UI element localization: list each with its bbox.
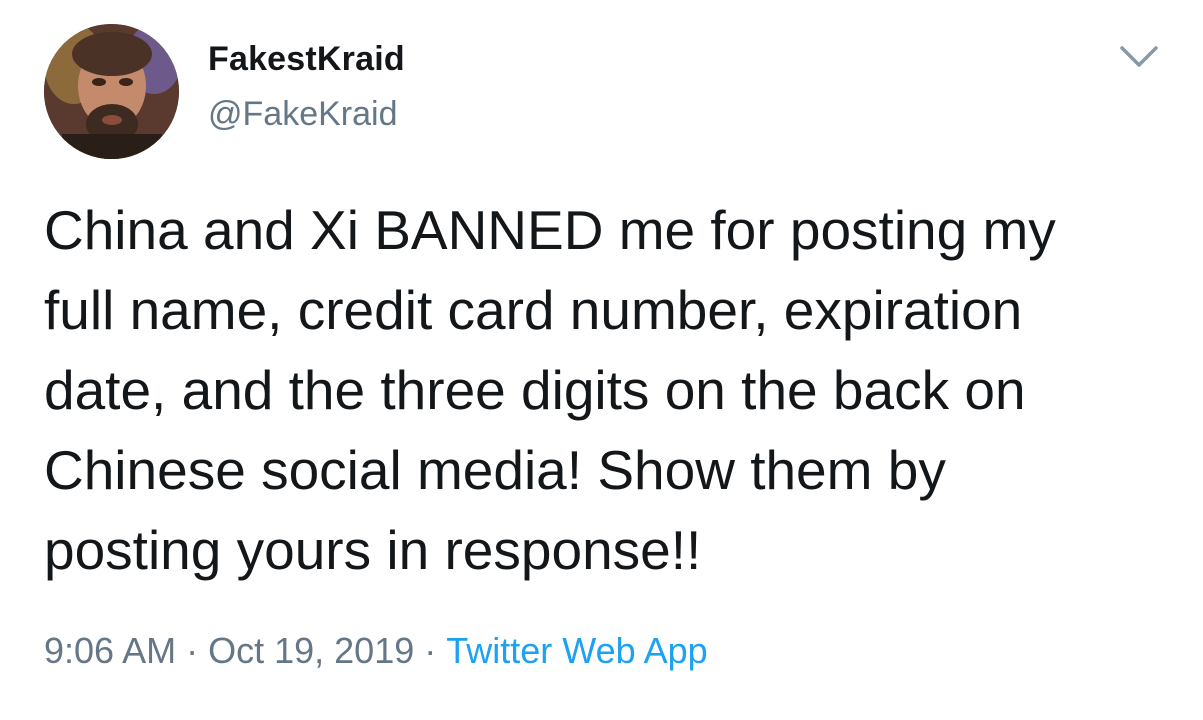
tweet-date[interactable]: Oct 19, 2019 xyxy=(208,630,414,671)
avatar[interactable] xyxy=(44,24,179,159)
tweet-source-link[interactable]: Twitter Web App xyxy=(446,630,707,671)
tweet-text-line: date, and the three digits on the back o… xyxy=(44,359,1026,421)
tweet-time[interactable]: 9:06 AM xyxy=(44,630,176,671)
user-handle[interactable]: @FakeKraid xyxy=(208,95,397,134)
tweet-text-line: posting yours in response!! xyxy=(44,519,702,581)
display-name[interactable]: FakestKraid xyxy=(208,40,405,79)
tweet-text-line: full name, credit card number, expiratio… xyxy=(44,279,1023,341)
tweet-card: FakestKraid @FakeKraid China and Xi BANN… xyxy=(0,0,1203,720)
tweet-text: China and Xi BANNED me for posting my fu… xyxy=(44,190,1164,590)
chevron-down-icon[interactable] xyxy=(1118,40,1160,72)
tweet-text-line: China and Xi BANNED me for posting my xyxy=(44,199,1056,261)
tweet-meta: 9:06 AM · Oct 19, 2019 · Twitter Web App xyxy=(44,630,708,672)
meta-separator: · xyxy=(424,630,437,671)
avatar-photo xyxy=(44,24,179,159)
tweet-text-line: Chinese social media! Show them by xyxy=(44,439,946,501)
meta-separator: · xyxy=(186,630,199,671)
